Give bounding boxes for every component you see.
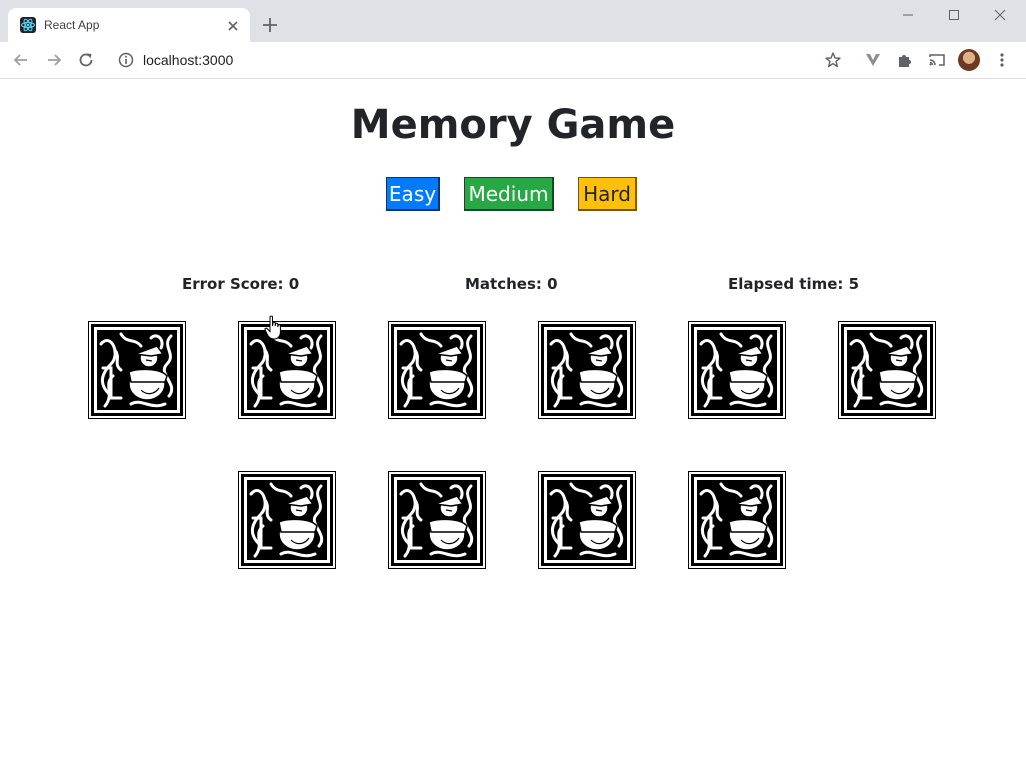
star-icon[interactable] <box>824 51 842 69</box>
card-back-image <box>241 474 333 566</box>
tab-title: React App <box>44 18 100 32</box>
browser-tab-strip: React App <box>0 0 1026 42</box>
memory-card[interactable] <box>388 471 486 569</box>
browser-toolbar: localhost:3000 <box>0 42 1026 79</box>
minimize-icon[interactable] <box>898 5 918 25</box>
info-icon[interactable] <box>117 51 135 69</box>
window-close-icon[interactable] <box>990 5 1010 25</box>
avatar[interactable] <box>958 49 980 71</box>
memory-card[interactable] <box>238 471 336 569</box>
card-back-image <box>841 324 933 416</box>
reload-icon[interactable] <box>77 51 95 69</box>
hard-button[interactable]: Hard <box>578 177 637 211</box>
memory-card[interactable] <box>688 321 786 419</box>
memory-card[interactable] <box>388 321 486 419</box>
page-content: Memory Game Easy Medium Hard Error Score… <box>0 79 1026 775</box>
memory-card[interactable] <box>238 321 336 419</box>
card-back-image <box>541 324 633 416</box>
card-back-image <box>391 474 483 566</box>
memory-card[interactable] <box>88 321 186 419</box>
forward-icon[interactable] <box>45 51 63 69</box>
close-icon[interactable] <box>226 18 240 32</box>
browser-tab[interactable]: React App <box>8 8 250 42</box>
plus-icon[interactable] <box>261 16 279 34</box>
easy-button[interactable]: Easy <box>386 177 440 211</box>
page-title: Memory Game <box>350 102 676 148</box>
card-back-image <box>241 324 333 416</box>
medium-button[interactable]: Medium <box>464 177 554 211</box>
puzzle-icon[interactable] <box>896 51 914 69</box>
maximize-icon[interactable] <box>944 5 964 25</box>
address-bar[interactable]: localhost:3000 <box>143 52 233 68</box>
card-back-image <box>691 324 783 416</box>
cast-icon[interactable] <box>928 51 946 69</box>
memory-card[interactable] <box>838 321 936 419</box>
card-back-image <box>391 324 483 416</box>
hand-cursor-icon <box>264 315 284 341</box>
memory-card[interactable] <box>538 321 636 419</box>
elapsed-time: Elapsed time: 5 <box>728 275 860 293</box>
memory-card[interactable] <box>688 471 786 569</box>
card-back-image <box>91 324 183 416</box>
react-favicon <box>20 17 36 33</box>
card-back-image <box>691 474 783 566</box>
card-back-image <box>541 474 633 566</box>
matches-count: Matches: 0 <box>465 275 558 293</box>
back-icon[interactable] <box>12 51 30 69</box>
menu-icon[interactable] <box>993 51 1011 69</box>
error-score: Error Score: 0 <box>182 275 300 293</box>
extension-v-icon[interactable] <box>864 51 882 69</box>
memory-card[interactable] <box>538 471 636 569</box>
